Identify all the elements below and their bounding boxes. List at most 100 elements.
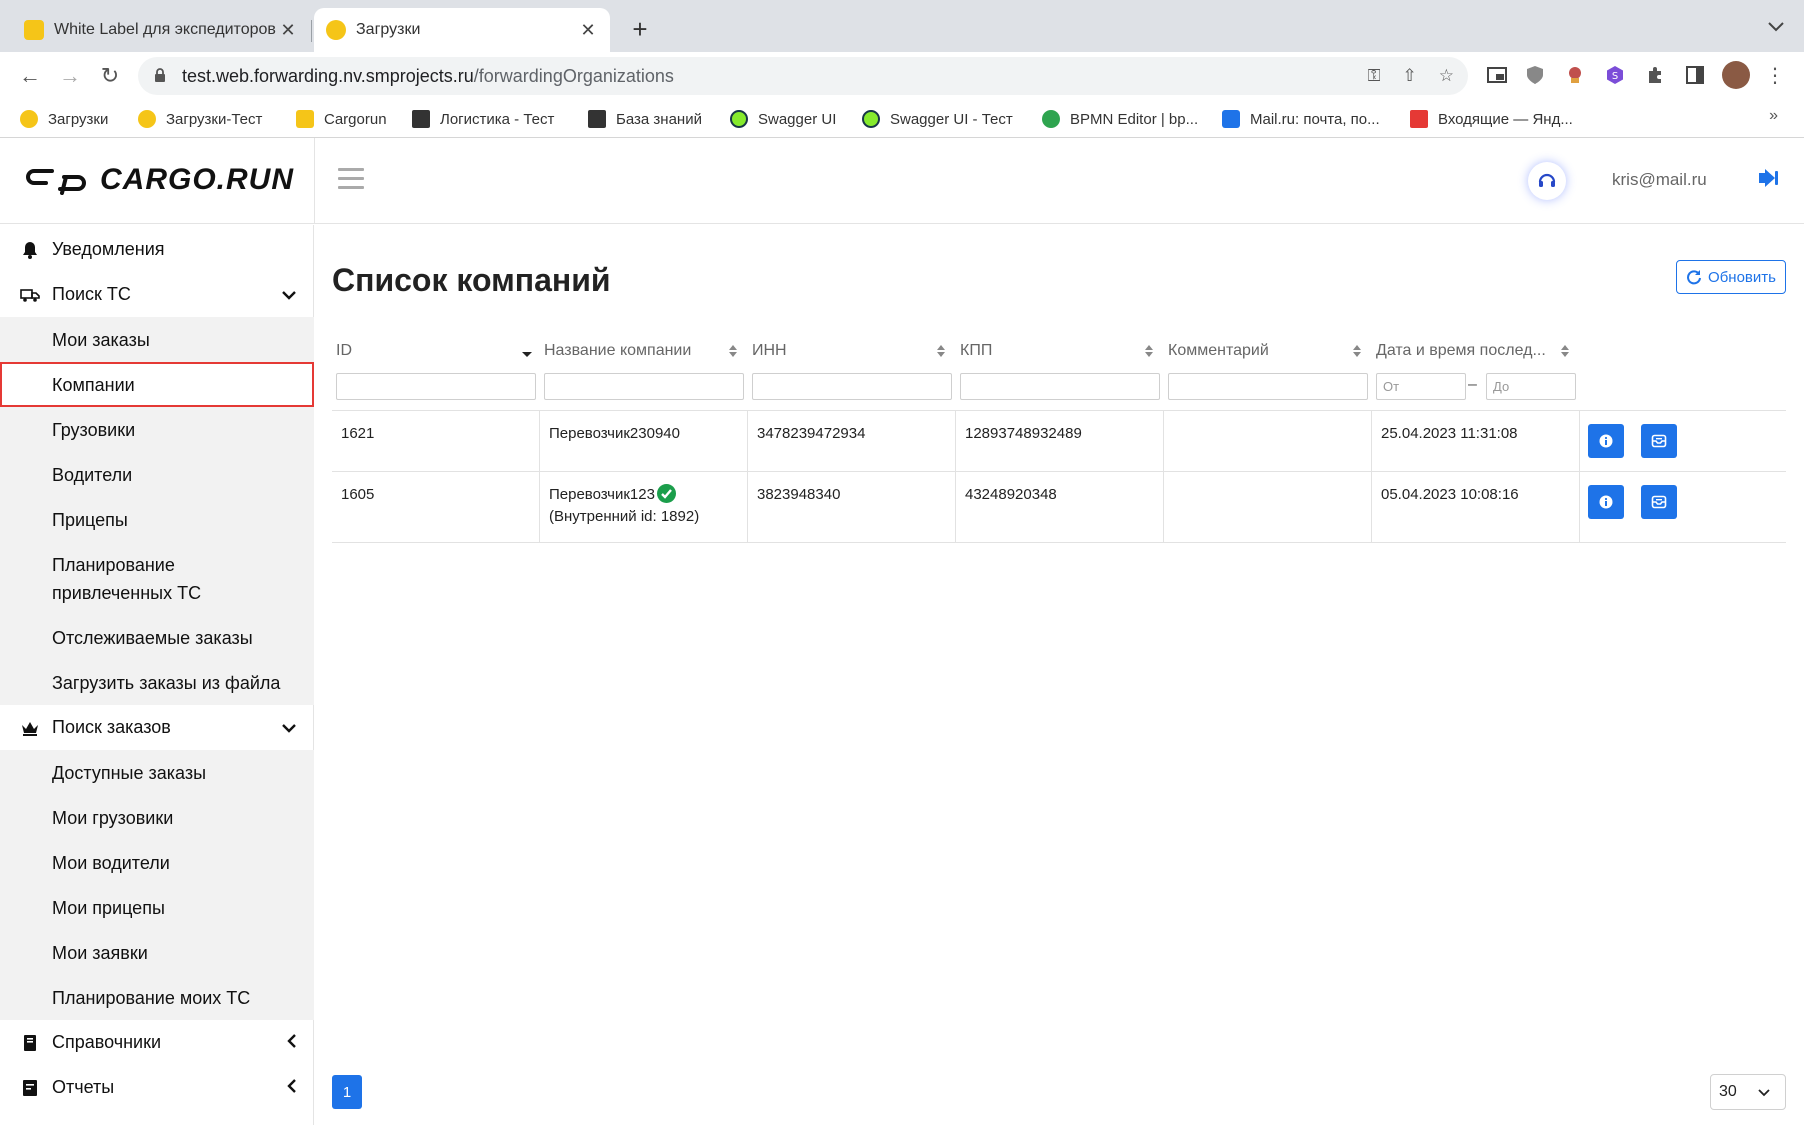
inbox-icon bbox=[1651, 434, 1667, 448]
url-path: /forwardingOrganizations bbox=[473, 65, 674, 86]
sidebar-subitem-companies[interactable]: Компании bbox=[0, 362, 314, 407]
sidebar-subitem-my-requests[interactable]: Мои заявки bbox=[0, 930, 314, 975]
bookmark-swagger-ui[interactable]: Swagger UI bbox=[730, 107, 836, 131]
support-headset-icon[interactable] bbox=[1528, 162, 1566, 200]
page-title: Список компаний bbox=[332, 262, 611, 298]
side-panel-icon[interactable] bbox=[1682, 62, 1708, 88]
column-header-last-datetime[interactable]: Дата и время послед... bbox=[1376, 340, 1570, 362]
sidebar-subitem-my-trucks[interactable]: Мои грузовики bbox=[0, 795, 314, 840]
column-header-label: Комментарий bbox=[1168, 342, 1269, 359]
sidebar-subitem-tracked-orders[interactable]: Отслеживаемые заказы bbox=[0, 615, 314, 660]
bookmark-zagruzki-test[interactable]: Загрузки-Тест bbox=[138, 107, 262, 131]
column-header-company-name[interactable]: Название компании bbox=[544, 340, 738, 362]
user-email[interactable]: kris@mail.ru bbox=[1612, 170, 1707, 190]
sort-desc-icon bbox=[522, 352, 532, 357]
cargorun-logo-icon bbox=[26, 169, 86, 195]
sidebar-subitem-trailers[interactable]: Прицепы bbox=[0, 497, 314, 542]
sidebar-item-label: Мои грузовики bbox=[52, 807, 174, 828]
inbox-button[interactable] bbox=[1641, 485, 1677, 519]
sidebar-subitem-available-orders[interactable]: Доступные заказы bbox=[0, 750, 314, 795]
sidebar-subitem-my-trailers[interactable]: Мои прицепы bbox=[0, 885, 314, 930]
forward-icon[interactable]: → bbox=[56, 62, 84, 90]
shield-extension-icon[interactable] bbox=[1522, 62, 1548, 88]
column-divider bbox=[1163, 472, 1164, 542]
filter-date-to-input[interactable]: До bbox=[1486, 373, 1576, 400]
sidebar-item-label: Справочники bbox=[52, 1032, 162, 1052]
tab-zagruzki[interactable]: Загрузки ✕ bbox=[314, 8, 610, 52]
tab-white-label[interactable]: White Label для экспедиторов ✕ bbox=[12, 8, 310, 52]
column-header-label: Название компании bbox=[544, 342, 692, 359]
filter-company-name-input[interactable] bbox=[544, 373, 744, 400]
filter-date-from-input[interactable]: От bbox=[1376, 373, 1466, 400]
sidebar-item-order-search[interactable]: Поиск заказов bbox=[0, 705, 314, 750]
bookmark-yandex-inbox[interactable]: Входящие — Янд... bbox=[1410, 107, 1573, 131]
table-row[interactable]: 1605 Перевозчик123 (Внутренний id: 1892)… bbox=[332, 472, 1786, 542]
column-divider bbox=[747, 411, 748, 471]
bookmark-logistika-test[interactable]: Логистика - Тест bbox=[412, 107, 554, 131]
menu-toggle-icon[interactable] bbox=[338, 168, 364, 190]
filter-id-input[interactable] bbox=[336, 373, 536, 400]
sidebar-item-label: Доступные заказы bbox=[52, 762, 207, 783]
bookmark-zagruzki[interactable]: Загрузки bbox=[20, 107, 108, 131]
new-tab-button[interactable]: + bbox=[624, 14, 656, 46]
browser-menu-icon[interactable]: ⋮ bbox=[1762, 62, 1788, 88]
cargorun-logo[interactable]: CARGO.RUN bbox=[26, 160, 294, 200]
bookmark-cargorun[interactable]: Cargorun bbox=[296, 107, 387, 131]
verified-check-icon bbox=[656, 484, 676, 503]
sidebar-subitem-trucks[interactable]: Грузовики bbox=[0, 407, 314, 452]
close-tab-icon[interactable]: ✕ bbox=[578, 20, 598, 41]
s-extension-icon[interactable]: S bbox=[1602, 62, 1628, 88]
column-header-kpp[interactable]: КПП bbox=[960, 340, 1154, 362]
column-header-id[interactable]: ID bbox=[336, 340, 532, 362]
bookmark-baza-znaniy[interactable]: База знаний bbox=[588, 107, 702, 131]
filter-kpp-input[interactable] bbox=[960, 373, 1160, 400]
bell-icon bbox=[20, 240, 40, 260]
bookmark-label: BPMN Editor | bp... bbox=[1070, 110, 1199, 128]
sidebar-subitem-my-orders[interactable]: Мои заказы bbox=[0, 317, 314, 362]
sidebar-item-reports[interactable]: Отчеты bbox=[0, 1065, 314, 1110]
cell-datetime: 05.04.2023 10:08:16 bbox=[1381, 486, 1519, 503]
filter-inn-input[interactable] bbox=[752, 373, 952, 400]
bookmark-mail-ru[interactable]: Mail.ru: почта, по... bbox=[1222, 107, 1380, 131]
bookmark-favicon-icon bbox=[1042, 110, 1060, 128]
sidebar-subitem-upload-orders[interactable]: Загрузить заказы из файла bbox=[0, 660, 314, 705]
column-header-inn[interactable]: ИНН bbox=[752, 340, 946, 362]
column-header-comment[interactable]: Комментарий bbox=[1168, 340, 1362, 362]
profile-avatar-icon[interactable] bbox=[1722, 61, 1750, 89]
page-size-select[interactable]: 30 bbox=[1710, 1074, 1786, 1110]
filter-comment-input[interactable] bbox=[1168, 373, 1368, 400]
info-button[interactable] bbox=[1588, 485, 1624, 519]
sidebar-item-vehicle-search[interactable]: Поиск ТС bbox=[0, 272, 314, 317]
reload-icon[interactable]: ↻ bbox=[96, 62, 124, 90]
sidebar-subitem-attracted-vehicle-planning[interactable]: Планирование привлеченных ТС bbox=[0, 542, 314, 615]
share-icon[interactable]: ⇧ bbox=[1403, 66, 1417, 86]
sidebar-item-notifications[interactable]: Уведомления bbox=[0, 227, 314, 272]
bookmark-swagger-ui-test[interactable]: Swagger UI - Тест bbox=[862, 107, 1013, 131]
app-header: CARGO.RUN kris@mail.ru bbox=[0, 138, 1804, 224]
address-bar[interactable]: test.web.forwarding.nv.smprojects.ru/for… bbox=[138, 57, 1468, 95]
sidebar-subitem-my-drivers[interactable]: Мои водители bbox=[0, 840, 314, 885]
sidebar-subitem-drivers[interactable]: Водители bbox=[0, 452, 314, 497]
close-tab-icon[interactable]: ✕ bbox=[278, 20, 298, 41]
sidebar-subitem-my-vehicle-planning[interactable]: Планирование моих ТС bbox=[0, 975, 314, 1020]
tab-title: Загрузки bbox=[356, 21, 421, 38]
puzzle-extensions-icon[interactable] bbox=[1642, 62, 1668, 88]
refresh-button[interactable]: Обновить bbox=[1676, 260, 1786, 294]
logout-icon[interactable] bbox=[1757, 168, 1781, 192]
table-row[interactable]: 1621 Перевозчик230940 3478239472934 1289… bbox=[332, 411, 1786, 471]
sort-icon bbox=[1353, 345, 1361, 357]
password-key-icon[interactable]: ⚿ bbox=[1368, 66, 1381, 86]
tab-search-icon[interactable] bbox=[1768, 16, 1784, 37]
inbox-button[interactable] bbox=[1641, 424, 1677, 458]
extension-icon[interactable] bbox=[1562, 62, 1588, 88]
bookmark-bpmn-editor[interactable]: BPMN Editor | bp... bbox=[1042, 107, 1198, 131]
bookmarks-more-button[interactable]: » bbox=[1769, 107, 1778, 125]
info-button[interactable] bbox=[1588, 424, 1624, 458]
column-divider bbox=[1579, 472, 1580, 542]
bookmark-star-icon[interactable]: ☆ bbox=[1439, 66, 1454, 86]
page-button-1[interactable]: 1 bbox=[332, 1075, 362, 1109]
sidebar-item-label: Грузовики bbox=[52, 419, 136, 440]
back-icon[interactable]: ← bbox=[16, 62, 44, 90]
sidebar-item-directories[interactable]: Справочники bbox=[0, 1020, 314, 1065]
picture-in-picture-icon[interactable] bbox=[1484, 62, 1510, 88]
